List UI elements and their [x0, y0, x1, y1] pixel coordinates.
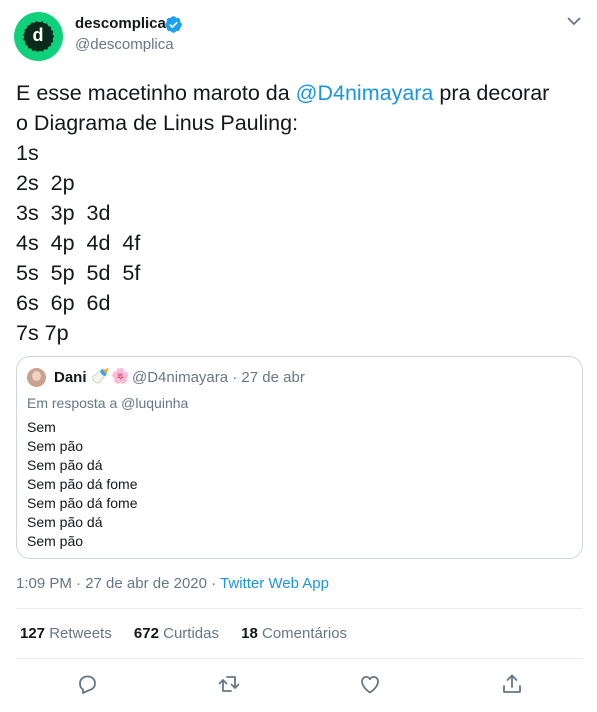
mention-link[interactable]: @D4nimayara [296, 81, 434, 105]
reply-icon[interactable] [75, 672, 99, 696]
verified-badge-icon [165, 16, 182, 33]
avatar-inner: d [23, 21, 54, 52]
tweet-line: 5s 5p 5d 5f [16, 261, 141, 285]
tweet-timestamp[interactable]: 1:09 PM · 27 de abr de 2020 · [16, 575, 220, 592]
quoted-line: Sem pão [27, 533, 84, 549]
divider [16, 658, 583, 659]
quoted-line: Sem pão dá [27, 514, 103, 530]
tweet-line: 4s 4p 4d 4f [16, 231, 141, 255]
retweet-icon[interactable] [217, 672, 241, 696]
quoted-line: Sem [27, 419, 56, 435]
quoted-display-name: Dani [54, 369, 87, 386]
avatar[interactable]: d [14, 12, 63, 61]
tweet-header: d descomplica @descomplica [0, 0, 597, 70]
tweet-line: o Diagrama de Linus Pauling: [16, 111, 299, 135]
tweet-line: 6s 6p 6d [16, 291, 111, 315]
share-icon[interactable] [500, 672, 524, 696]
tweet-line: 7s 7p [16, 321, 69, 345]
tweet-line: 1s [16, 141, 39, 165]
retweets-stat[interactable]: 127 Retweets [20, 625, 112, 642]
quoted-text: Sem Sem pão Sem pão dá Sem pão dá fome S… [27, 418, 138, 551]
quoted-line: Sem pão dá [27, 457, 103, 473]
quoted-avatar [27, 368, 46, 387]
tweet-line: 3s 3p 3d [16, 201, 111, 225]
likes-stat[interactable]: 672 Curtidas [134, 625, 219, 642]
author-display-name[interactable]: descomplica [75, 15, 166, 32]
tweet-line: E esse macetinho maroto da @D4nimayara p… [16, 81, 550, 105]
quoted-reply-to: Em resposta a @luquinha [27, 395, 189, 411]
divider [16, 608, 583, 609]
author-handle[interactable]: @descomplica [75, 36, 174, 53]
heart-icon[interactable] [358, 672, 382, 696]
comments-stat[interactable]: 18 Comentários [241, 625, 347, 642]
tweet-line: 2s 2p [16, 171, 75, 195]
quoted-line: Sem pão dá fome [27, 495, 138, 511]
tweet-text: E esse macetinho maroto da @D4nimayara p… [16, 78, 586, 348]
avatar-letter: d [32, 25, 44, 45]
blossom-emoji-icon: 🌸 [111, 368, 130, 385]
tweet-meta: 1:09 PM · 27 de abr de 2020 · Twitter We… [16, 575, 329, 592]
tweet-stats: 127 Retweets 672 Curtidas 18 Comentários [20, 625, 365, 642]
quoted-handle-time: @D4nimayara · 27 de abr [132, 369, 305, 386]
baby-bottle-emoji-icon: 🍼 [91, 368, 110, 385]
quoted-line: Sem pão [27, 438, 84, 454]
chevron-down-icon[interactable] [566, 15, 582, 27]
tweet-actions [0, 672, 597, 696]
source-app-link[interactable]: Twitter Web App [220, 575, 329, 592]
quoted-tweet[interactable]: Dani 🍼 🌸 @D4nimayara · 27 de abr Em resp… [16, 356, 583, 559]
quoted-line: Sem pão dá fome [27, 476, 138, 492]
